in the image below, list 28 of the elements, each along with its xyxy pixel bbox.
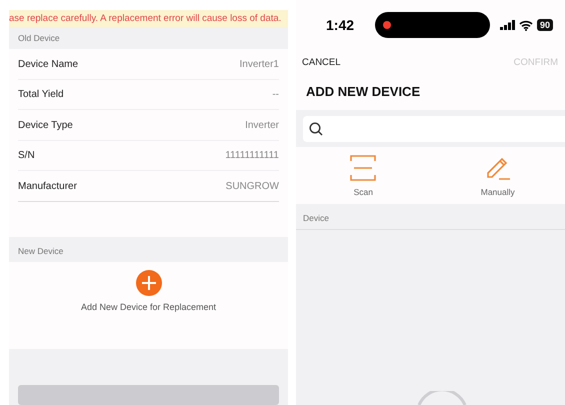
row-label: Device Type bbox=[18, 120, 73, 131]
battery-level: 90 bbox=[537, 19, 554, 31]
row-label: Manufacturer bbox=[18, 180, 77, 192]
row-value: SUNGROW bbox=[226, 180, 279, 192]
section-header: Device bbox=[296, 204, 565, 230]
row-value: Inverter bbox=[245, 120, 279, 131]
row-value: 11111111111 bbox=[225, 150, 279, 162]
row-value: -- bbox=[272, 89, 279, 100]
status-time: 1:42 bbox=[326, 17, 356, 33]
row-label: S/N bbox=[18, 150, 35, 162]
search-field[interactable] bbox=[303, 116, 565, 142]
section-header: New Device bbox=[9, 237, 288, 262]
search-icon bbox=[309, 122, 323, 136]
row-value: Inverter1 bbox=[240, 58, 279, 70]
signal-icon bbox=[500, 20, 515, 30]
row-label: Total Yield bbox=[18, 89, 64, 100]
add-label: Add New Device for Replacement bbox=[80, 302, 216, 312]
row-label: Device Name bbox=[18, 58, 78, 70]
page-title: ADD NEW DEVICE bbox=[305, 83, 422, 101]
manual-entry-button[interactable]: Manually bbox=[430, 147, 565, 204]
scan-icon bbox=[350, 154, 376, 180]
warning-banner: ase replace carefully. A replacement error will cause loss of data. bbox=[9, 10, 288, 28]
scan-button[interactable]: Scan bbox=[296, 147, 430, 204]
add-button[interactable] bbox=[136, 270, 162, 296]
bottom-button[interactable] bbox=[18, 385, 279, 405]
section-header: Old Device bbox=[9, 27, 288, 50]
cancel-button[interactable]: CANCEL bbox=[302, 56, 341, 68]
wifi-icon bbox=[519, 20, 533, 30]
